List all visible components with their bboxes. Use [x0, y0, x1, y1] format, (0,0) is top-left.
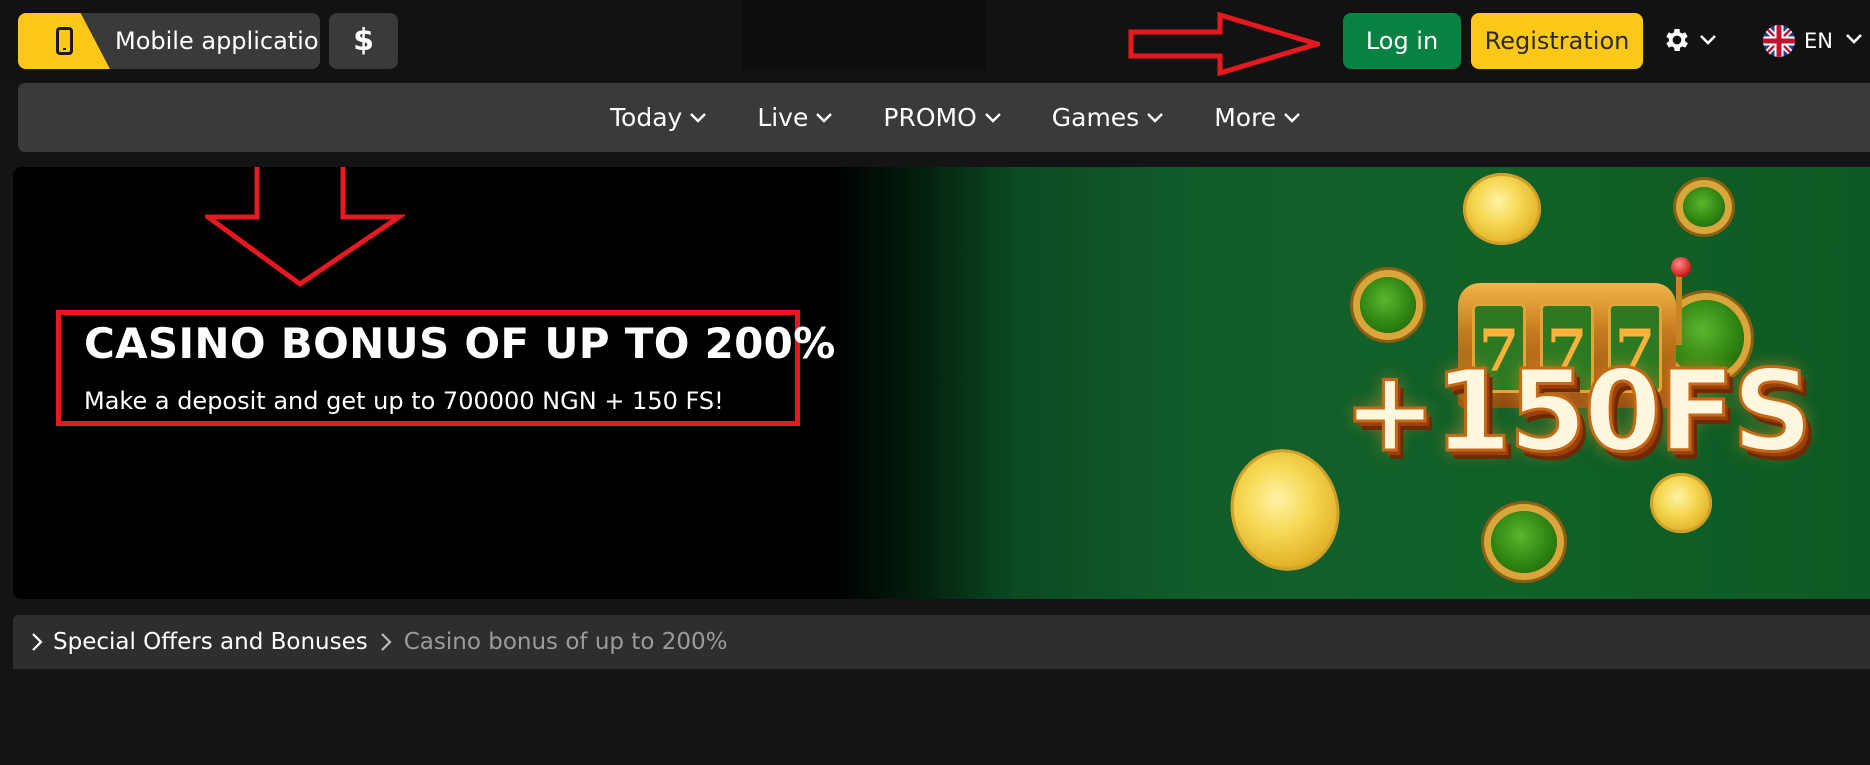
slot-lever-ball	[1671, 257, 1691, 277]
coin-icon	[1360, 277, 1416, 333]
gear-icon	[1666, 29, 1688, 51]
settings-dropdown[interactable]	[1660, 20, 1720, 60]
nav-item-label: More	[1214, 103, 1277, 132]
top-bar: Mobile application $ Log in Registration…	[0, 0, 1870, 82]
language-code: EN	[1804, 29, 1833, 53]
coin-icon	[1650, 473, 1712, 533]
annotation-arrow-down-icon	[205, 167, 405, 287]
chevron-down-icon	[1700, 35, 1716, 45]
nav-item-label: PROMO	[883, 103, 977, 132]
phone-icon	[56, 27, 73, 55]
currency-button[interactable]: $	[329, 13, 398, 69]
chevron-down-icon	[690, 112, 707, 123]
chevron-down-icon	[1147, 112, 1164, 123]
chevron-down-icon	[816, 112, 833, 123]
promo-subtitle: Make a deposit and get up to 700000 NGN …	[84, 387, 724, 415]
nav-item-games[interactable]: Games	[1052, 103, 1164, 132]
chevron-down-icon	[1284, 112, 1301, 123]
uk-flag-icon	[1763, 25, 1795, 57]
registration-button[interactable]: Registration	[1471, 13, 1643, 69]
mobile-app-label: Mobile application	[115, 27, 320, 55]
promo-banner[interactable]: CASINO BONUS OF UP TO 200% Make a deposi…	[13, 167, 1870, 599]
login-button[interactable]: Log in	[1343, 13, 1461, 69]
header-dark-area	[742, 0, 986, 70]
slot-lever	[1676, 265, 1682, 345]
coin-icon	[1219, 439, 1351, 581]
free-spins-graphic-text: +150FS	[1342, 346, 1815, 479]
mobile-app-button[interactable]: Mobile application	[18, 13, 320, 69]
nav-item-today[interactable]: Today	[610, 103, 707, 132]
breadcrumb-current: Casino bonus of up to 200%	[403, 629, 728, 655]
nav-item-more[interactable]: More	[1214, 103, 1301, 132]
breadcrumb-link-special-offers[interactable]: Special Offers and Bonuses	[53, 629, 368, 655]
annotation-arrow-right-icon	[1128, 12, 1320, 76]
chevron-down-icon	[1846, 34, 1862, 44]
nav-item-promo[interactable]: PROMO	[883, 103, 1001, 132]
nav-item-label: Today	[610, 103, 683, 132]
coin-icon	[1683, 187, 1725, 227]
chevron-right-icon	[32, 633, 43, 651]
coin-icon	[1491, 511, 1557, 573]
main-nav: Today Live PROMO Games More	[18, 83, 1870, 152]
nav-item-live[interactable]: Live	[757, 103, 833, 132]
language-selector[interactable]: EN	[1760, 20, 1868, 62]
nav-item-label: Live	[757, 103, 809, 132]
chevron-right-icon	[380, 633, 392, 651]
nav-item-label: Games	[1051, 103, 1140, 132]
breadcrumb: Special Offers and Bonuses Casino bonus …	[13, 615, 1870, 669]
chevron-down-icon	[984, 112, 1001, 123]
promo-title: CASINO BONUS OF UP TO 200%	[84, 319, 836, 368]
coin-icon	[1463, 173, 1541, 245]
